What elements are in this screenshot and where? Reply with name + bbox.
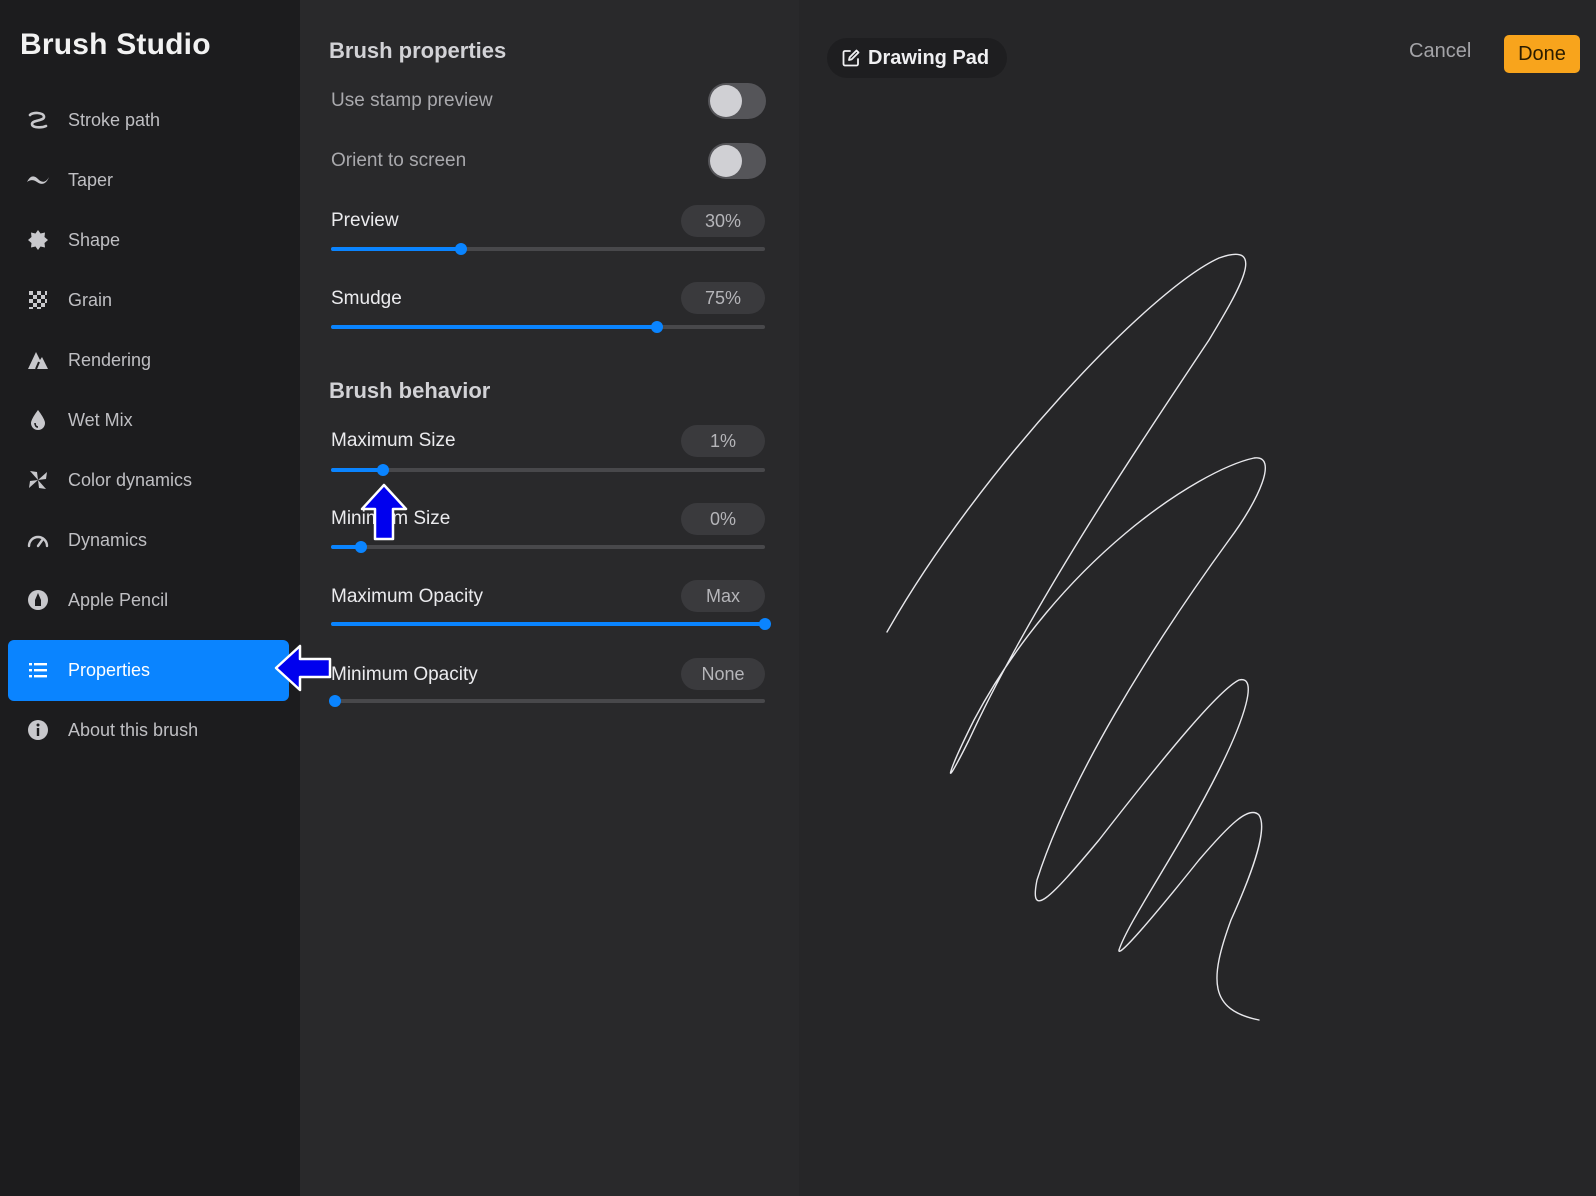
- cancel-button[interactable]: Cancel: [1409, 40, 1489, 70]
- rendering-icon: [26, 348, 50, 372]
- slider-track: [331, 699, 765, 703]
- sample-brush-stroke: [886, 253, 1266, 1021]
- slider-fill: [331, 622, 765, 626]
- sidebar-item-rendering[interactable]: Rendering: [8, 330, 289, 391]
- minimum-size-value[interactable]: 0%: [681, 503, 765, 535]
- sidebar-item-taper[interactable]: Taper: [8, 150, 289, 211]
- sidebar-item-label: Color dynamics: [68, 470, 193, 490]
- sidebar-item-label: Rendering: [68, 350, 152, 370]
- sidebar-item-label: Dynamics: [68, 530, 148, 550]
- taper-icon: [26, 168, 50, 192]
- sidebar-title: Brush Studio: [20, 28, 211, 61]
- slider-thumb[interactable]: [455, 243, 468, 255]
- toggle-knob: [710, 145, 742, 177]
- annotation-arrow-left-icon: [274, 644, 332, 692]
- maximum-opacity-label: Maximum Opacity: [331, 586, 484, 607]
- annotation-arrow-up-icon: [360, 483, 408, 541]
- maximum-size-slider[interactable]: [331, 464, 765, 476]
- drawing-pad-label: Drawing Pad: [868, 47, 990, 69]
- orient-to-screen-label: Orient to screen: [331, 150, 467, 171]
- slider-thumb[interactable]: [377, 464, 390, 476]
- sidebar-item-label: Taper: [68, 170, 114, 190]
- shape-icon: [26, 228, 50, 252]
- slider-fill: [331, 468, 384, 472]
- slider-thumb[interactable]: [759, 618, 771, 630]
- smudge-slider[interactable]: [331, 321, 765, 333]
- sidebar-item-color-dynamics[interactable]: Color dynamics: [8, 450, 289, 511]
- slider-thumb[interactable]: [650, 321, 663, 333]
- slider-thumb[interactable]: [329, 695, 342, 707]
- edit-icon: [841, 48, 861, 68]
- sidebar-item-label: Properties: [68, 660, 151, 680]
- smudge-label: Smudge: [331, 288, 402, 309]
- sidebar: Brush Studio Stroke path Taper Shape Gra…: [0, 0, 300, 1196]
- sidebar-item-label: Wet Mix: [68, 410, 133, 430]
- use-stamp-preview-label: Use stamp preview: [331, 90, 493, 111]
- sidebar-item-label: Stroke path: [68, 110, 161, 130]
- slider-track: [331, 545, 765, 549]
- drawing-pad-button[interactable]: Drawing Pad: [827, 38, 1007, 78]
- brush-behavior-title: Brush behavior: [329, 378, 491, 403]
- sidebar-item-apple-pencil[interactable]: Apple Pencil: [8, 570, 289, 631]
- grain-icon: [26, 288, 50, 312]
- slider-track: [331, 468, 765, 472]
- maximum-opacity-value[interactable]: Max: [681, 580, 765, 612]
- toggle-knob: [710, 85, 742, 117]
- brush-settings-panel: Brush properties Use stamp preview Orien…: [300, 0, 799, 1196]
- smudge-value[interactable]: 75%: [681, 282, 765, 314]
- sidebar-item-stroke-path[interactable]: Stroke path: [8, 90, 289, 151]
- maximum-size-label: Maximum Size: [331, 430, 456, 451]
- done-button[interactable]: Done: [1504, 35, 1580, 73]
- minimum-size-slider[interactable]: [331, 541, 765, 553]
- stroke-path-icon: [26, 108, 50, 132]
- preview-label: Preview: [331, 210, 399, 231]
- sidebar-item-grain[interactable]: Grain: [8, 270, 289, 331]
- color-dynamics-icon: [26, 468, 50, 492]
- minimum-opacity-slider[interactable]: [329, 695, 765, 707]
- slider-fill: [331, 247, 462, 251]
- sidebar-item-label: Grain: [68, 290, 113, 310]
- sidebar-item-wet-mix[interactable]: Wet Mix: [8, 390, 289, 451]
- brush-properties-title: Brush properties: [329, 38, 507, 63]
- minimum-opacity-label: Minimum Opacity: [331, 664, 478, 685]
- sidebar-item-properties[interactable]: Properties: [8, 640, 289, 701]
- sidebar-item-label: Apple Pencil: [68, 590, 169, 610]
- orient-to-screen-toggle[interactable]: [708, 143, 766, 179]
- sidebar-item-label: Shape: [68, 230, 121, 250]
- sidebar-item-label: About this brush: [68, 720, 199, 740]
- apple-pencil-icon: [26, 588, 50, 612]
- dynamics-icon: [26, 528, 50, 552]
- minimum-opacity-value[interactable]: None: [681, 658, 765, 690]
- preview-value[interactable]: 30%: [681, 205, 765, 237]
- slider-fill: [331, 325, 657, 329]
- sidebar-item-shape[interactable]: Shape: [8, 210, 289, 271]
- preview-slider[interactable]: [331, 243, 765, 255]
- sidebar-item-dynamics[interactable]: Dynamics: [8, 510, 289, 571]
- use-stamp-preview-toggle[interactable]: [708, 83, 766, 119]
- sidebar-item-about-this-brush[interactable]: About this brush: [8, 700, 289, 761]
- slider-thumb[interactable]: [355, 541, 368, 553]
- maximum-opacity-slider[interactable]: [331, 618, 771, 630]
- info-icon: [26, 718, 50, 742]
- properties-icon: [26, 658, 50, 682]
- wet-mix-icon: [26, 408, 50, 432]
- maximum-size-value[interactable]: 1%: [681, 425, 765, 457]
